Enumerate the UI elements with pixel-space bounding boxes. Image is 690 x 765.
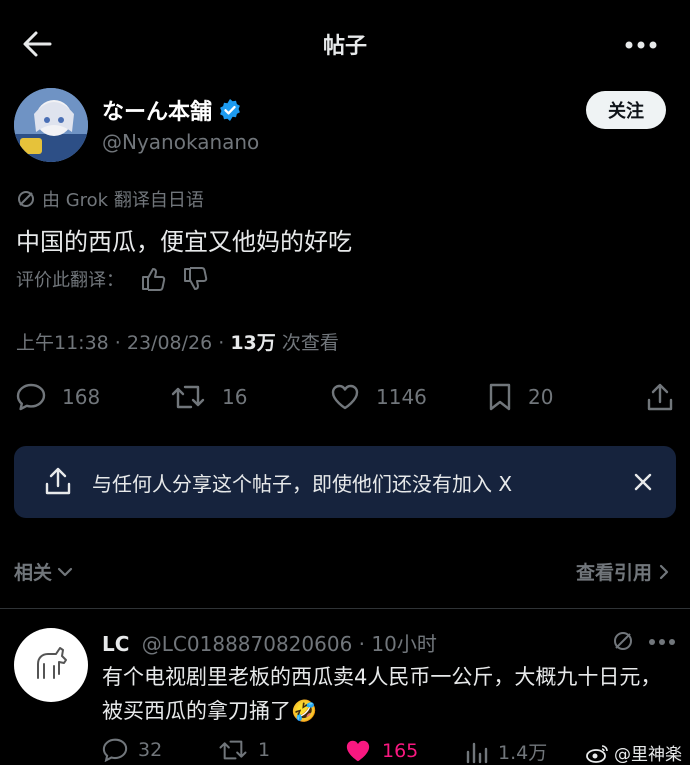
rate-translation: 评价此翻译： [16, 266, 208, 292]
author-name-row[interactable]: なーん本舗 [102, 94, 242, 126]
share-banner-icon-wrap [44, 466, 72, 496]
reply-author-name[interactable]: LC [102, 632, 129, 656]
heart-filled-icon [346, 740, 370, 762]
view-quotes-label: 查看引用 [575, 562, 652, 584]
reply-reply-count: 32 [138, 739, 163, 761]
repost-icon [171, 385, 205, 409]
translate-icon [614, 632, 632, 650]
thumbs-down-icon[interactable] [182, 267, 208, 291]
reply-header: LC @LC0188870820606 · 10小时 [102, 628, 437, 657]
rate-translation-label: 评价此翻译： [16, 270, 124, 291]
author-avatar[interactable] [14, 88, 88, 162]
reply-views-button[interactable]: 1.4万 [464, 738, 547, 765]
weibo-logo-icon [586, 744, 608, 763]
share-icon [45, 467, 71, 495]
more-dots-icon [649, 639, 675, 645]
reply-avatar[interactable] [14, 628, 88, 702]
page-title: 帖子 [322, 34, 367, 59]
close-icon [634, 473, 652, 491]
post-meta: 上午11:38 · 23/08/26 · 13万 次查看 [16, 328, 339, 355]
reply-reply-button[interactable]: 32 [102, 738, 162, 762]
share-icon [647, 383, 673, 411]
dismiss-banner-button[interactable] [632, 471, 654, 493]
bookmark-count: 20 [528, 385, 554, 409]
reply-repost-count: 1 [258, 739, 271, 761]
author-handle[interactable]: @Nyanokanano [102, 130, 259, 154]
divider [0, 608, 690, 609]
translation-note-text: 由 Grok 翻译自日语 [42, 190, 204, 211]
reply-repost-button[interactable]: 1 [218, 738, 270, 762]
reply-icon [16, 383, 46, 411]
more-dots-icon [625, 41, 657, 49]
reply-like-button[interactable]: 165 [344, 738, 418, 764]
repost-button[interactable]: 16 [170, 380, 247, 414]
share-button[interactable] [646, 382, 674, 412]
repost-count: 16 [222, 385, 248, 409]
repost-icon [219, 740, 247, 760]
post-timestamp: 上午11:38 · 23/08/26 · [16, 332, 231, 354]
reply-more-button[interactable] [648, 638, 676, 646]
view-count-label: 次查看 [275, 332, 339, 354]
reply-icon [102, 738, 128, 762]
view-count: 13万 [230, 332, 276, 354]
reply-translate-button[interactable] [612, 630, 634, 652]
bookmark-button[interactable]: 20 [488, 380, 553, 414]
thumbs-up-icon[interactable] [140, 267, 166, 291]
more-options-button[interactable] [624, 40, 658, 50]
verified-badge-icon [220, 99, 240, 121]
author-name: なーん本舗 [102, 100, 213, 125]
bookmark-icon [489, 383, 511, 411]
chevron-down-icon [57, 567, 73, 576]
watermark: @里神楽 [586, 740, 682, 765]
translate-icon [18, 191, 34, 207]
related-dropdown[interactable]: 相关 [14, 558, 74, 585]
like-button[interactable]: 1146 [330, 380, 427, 414]
reply-handle-time: @LC0188870820606 · 10小时 [141, 632, 437, 656]
related-label: 相关 [14, 562, 53, 584]
reply-button[interactable]: 168 [16, 380, 100, 414]
watermark-text: @里神楽 [614, 745, 682, 765]
analytics-icon [466, 742, 488, 763]
reply-text: 有个电视剧里老板的西瓜卖4人民币一公斤，大概九十日元，被买西瓜的拿刀捅了🤣 [102, 665, 662, 723]
reply-count: 168 [62, 385, 101, 409]
share-banner-text: 与任何人分享这个帖子，即使他们还没有加入 X [92, 472, 513, 496]
heart-icon [331, 384, 359, 410]
view-quotes-link[interactable]: 查看引用 [576, 558, 670, 585]
reply-like-count: 165 [382, 740, 419, 762]
translation-note: 由 Grok 翻译自日语 [16, 186, 204, 212]
horse-icon [37, 647, 67, 679]
like-count: 1146 [376, 385, 427, 409]
follow-button[interactable]: 关注 [586, 91, 666, 129]
post-text: 中国的西瓜，便宜又他妈的好吃 [16, 228, 352, 256]
reply-view-count: 1.4万 [498, 742, 548, 764]
chevron-right-icon [659, 564, 669, 579]
